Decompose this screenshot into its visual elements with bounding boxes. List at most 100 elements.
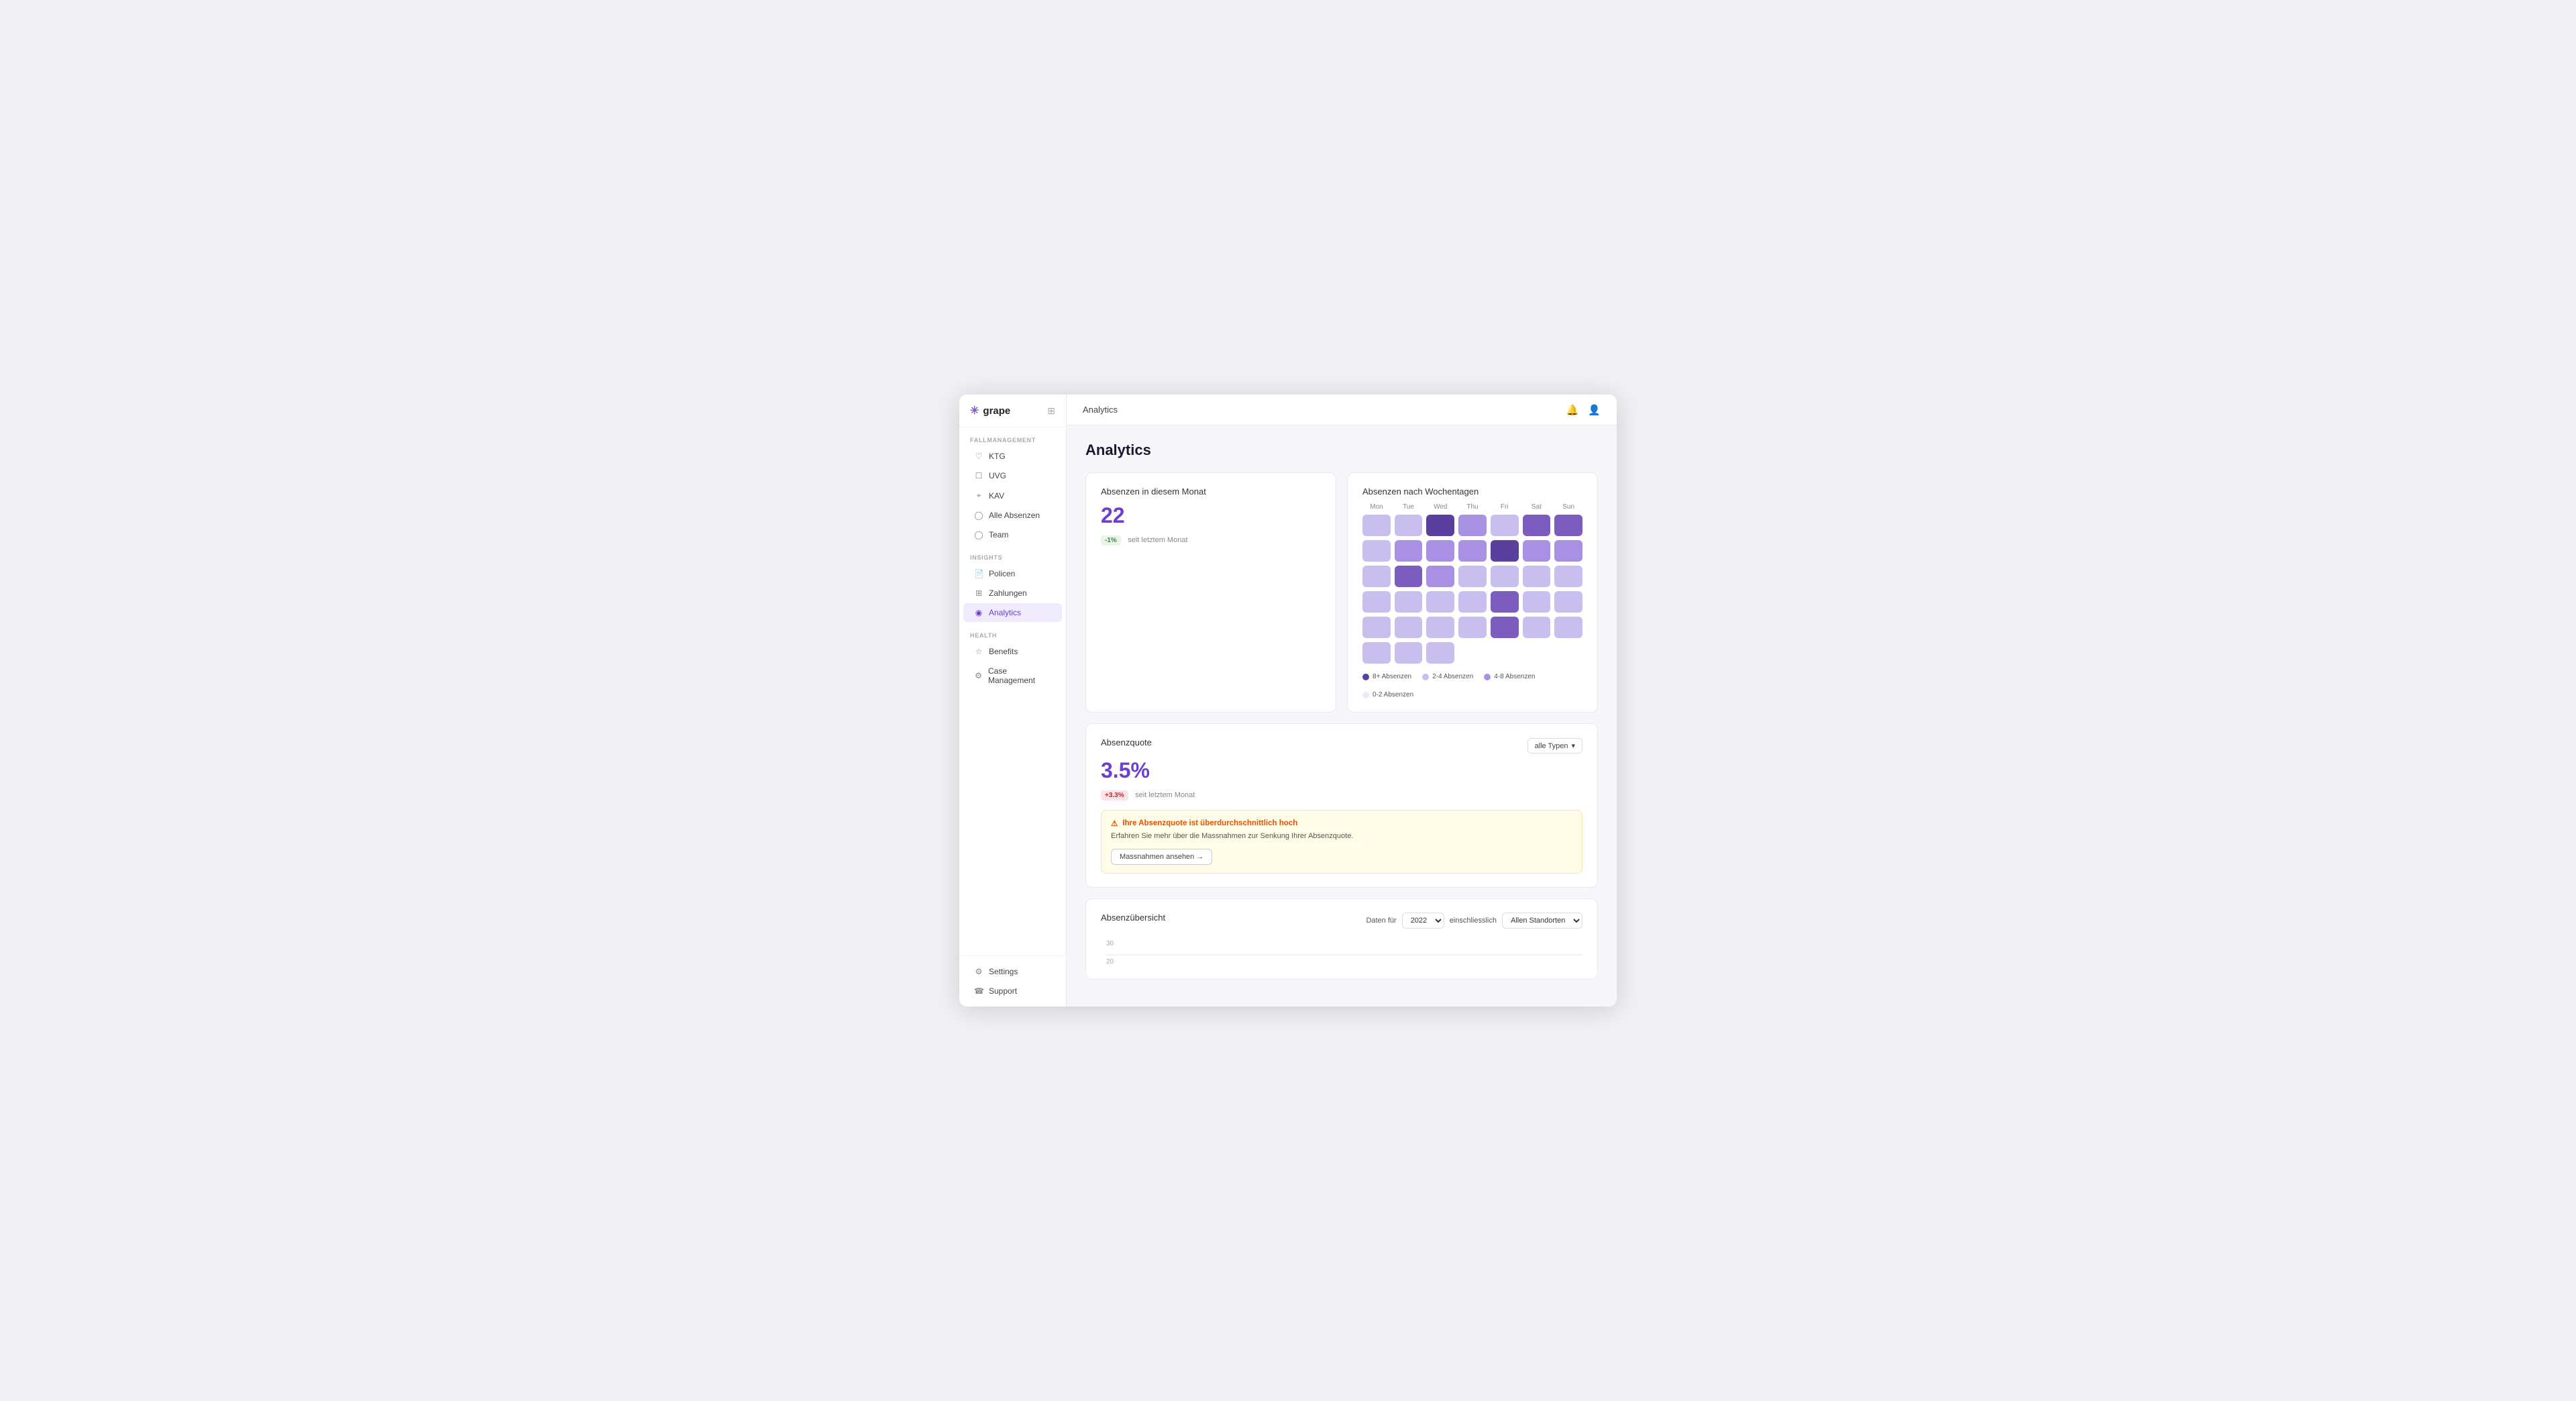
card-absenzuebersicht: Absenzübersicht Daten für 2022 2021 2020… (1085, 898, 1598, 980)
absenzquote-value: 3.5% (1101, 758, 1582, 783)
dropdown-label: alle Typen (1535, 742, 1568, 750)
sidebar-item-label: Alle Absenzen (989, 511, 1040, 520)
uvg-icon: ☐ (974, 471, 983, 480)
legend-2-4: 2-4 Absenzen (1422, 673, 1473, 680)
absenzuebersicht-title: Absenzübersicht (1101, 913, 1165, 923)
user-avatar-icon[interactable]: 👤 (1588, 404, 1601, 416)
ktg-icon: ♡ (974, 452, 983, 461)
sidebar-item-label: Zahlungen (989, 588, 1027, 598)
heatmap-cell (1491, 515, 1519, 536)
day-label-thu: Thu (1458, 503, 1487, 511)
heatmap-legend: 8+ Absenzen 2-4 Absenzen 4-8 Absenzen (1362, 673, 1582, 698)
heatmap-cell (1458, 642, 1487, 664)
heatmap-cell (1426, 515, 1454, 536)
sidebar-item-settings[interactable]: ⚙ Settings (963, 962, 1062, 981)
topbar-actions: 🔔 👤 (1566, 404, 1601, 416)
warning-title: ⚠ Ihre Absenzquote ist überdurchschnittl… (1111, 819, 1572, 828)
legend-4-8: 4-8 Absenzen (1484, 673, 1535, 680)
heatmap-cell (1523, 642, 1551, 664)
sidebar-item-label: Analytics (989, 608, 1021, 617)
sidebar-item-ktg[interactable]: ♡ KTG (963, 447, 1062, 466)
location-select[interactable]: Allen Standorten (1502, 913, 1582, 929)
year-select[interactable]: 2022 2021 2020 (1402, 913, 1444, 929)
sidebar-bottom: ⚙ Settings ☎ Support (959, 955, 1066, 1006)
sidebar-item-analytics[interactable]: ◉ Analytics (963, 603, 1062, 622)
heatmap-cell (1554, 591, 1582, 613)
heatmap-title: Absenzen nach Wochentagen (1362, 486, 1582, 497)
legend-label-0-2: 0-2 Absenzen (1373, 691, 1413, 698)
heatmap-cell (1426, 642, 1454, 664)
card-heatmap: Absenzen nach Wochentagen Mon Tue Wed Th… (1347, 472, 1598, 713)
sidebar-item-label: KAV (989, 491, 1004, 501)
heatmap-cell (1554, 515, 1582, 536)
zahlungen-icon: ⊞ (974, 588, 983, 598)
heatmap-cell (1458, 540, 1487, 562)
heatmap-cell (1491, 642, 1519, 664)
absenzen-monat-change-text: seit letztem Monat (1128, 536, 1187, 544)
heatmap-cell (1458, 515, 1487, 536)
section-label-health: HEALTH (959, 623, 1066, 641)
sidebar-item-label: Policen (989, 569, 1015, 578)
heatmap-cell (1362, 591, 1391, 613)
support-icon: ☎ (974, 986, 983, 996)
legend-dot-8plus (1362, 674, 1369, 680)
card-absenzquote: Absenzquote alle Typen ▾ 3.5% +3.3% seit… (1085, 723, 1598, 888)
heatmap-cell (1458, 617, 1487, 638)
heatmap-cell (1395, 515, 1423, 536)
sidebar-item-kav[interactable]: ⌖ KAV (963, 486, 1062, 505)
massnahmen-button[interactable]: Massnahmen ansehen → (1111, 849, 1212, 865)
absenzquote-header: Absenzquote alle Typen ▾ (1101, 737, 1582, 754)
heatmap-day-labels: Mon Tue Wed Thu Fri Sat Sun (1362, 503, 1582, 511)
sidebar-item-alle-absenzen[interactable]: ◯ Alle Absenzen (963, 506, 1062, 525)
heatmap-cell (1523, 617, 1551, 638)
sidebar-item-case-management[interactable]: ⚙ Case Management (963, 662, 1062, 690)
sidebar-item-label: Case Management (988, 666, 1051, 685)
card-absenzen-monat-title: Absenzen in diesem Monat (1101, 486, 1321, 497)
heatmap-cell (1458, 591, 1487, 613)
day-label-fri: Fri (1491, 503, 1519, 511)
absenzquote-type-dropdown[interactable]: alle Typen ▾ (1527, 738, 1582, 754)
sidebar-item-benefits[interactable]: ☆ Benefits (963, 642, 1062, 661)
team-icon: ◯ (974, 530, 983, 539)
heatmap-cell (1395, 617, 1423, 638)
legend-label-8plus: 8+ Absenzen (1373, 673, 1411, 680)
legend-8plus: 8+ Absenzen (1362, 673, 1411, 680)
sidebar-item-policen[interactable]: 📄 Policen (963, 564, 1062, 583)
absenzquote-badge: +3.3% (1101, 790, 1128, 800)
main-area: Analytics 🔔 👤 Analytics Absenzen in dies… (1067, 395, 1617, 1006)
cards-row-1: Absenzen in diesem Monat 22 -1% seit let… (1085, 472, 1598, 713)
page-title: Analytics (1085, 442, 1598, 459)
absenzquote-title: Absenzquote (1101, 737, 1152, 747)
warning-icon: ⚠ (1111, 819, 1118, 828)
day-label-tue: Tue (1395, 503, 1423, 511)
notification-bell-icon[interactable]: 🔔 (1566, 404, 1579, 416)
heatmap-cell (1523, 591, 1551, 613)
sidebar-item-label: KTG (989, 452, 1006, 461)
sidebar-item-label: Benefits (989, 647, 1018, 656)
section-label-insights: INSIGHTS (959, 545, 1066, 564)
chart-y-20: 20 (1106, 958, 1582, 966)
warning-box: ⚠ Ihre Absenzquote ist überdurchschnittl… (1101, 810, 1582, 874)
heatmap-cell (1395, 566, 1423, 587)
sidebar-item-team[interactable]: ◯ Team (963, 525, 1062, 544)
sidebar-item-uvg[interactable]: ☐ UVG (963, 466, 1062, 485)
layout-toggle-icon[interactable]: ⊞ (1047, 405, 1055, 417)
row-absenzquote: Absenzquote alle Typen ▾ 3.5% +3.3% seit… (1085, 723, 1598, 888)
heatmap-cell (1523, 540, 1551, 562)
heatmap-cell (1362, 566, 1391, 587)
kav-icon: ⌖ (974, 490, 983, 501)
heatmap-cell (1554, 617, 1582, 638)
heatmap-cell (1491, 566, 1519, 587)
day-label-wed: Wed (1426, 503, 1454, 511)
content-area: Analytics Absenzen in diesem Monat 22 -1… (1067, 425, 1617, 1006)
heatmap-cell (1491, 591, 1519, 613)
sidebar-item-label: Settings (989, 967, 1018, 976)
warning-text: Erfahren Sie mehr über die Massnahmen zu… (1111, 831, 1572, 842)
absenzquote-change: +3.3% seit letztem Monat (1101, 788, 1582, 800)
sidebar-item-support[interactable]: ☎ Support (963, 982, 1062, 1000)
case-management-icon: ⚙ (974, 671, 983, 680)
chevron-down-icon: ▾ (1571, 741, 1575, 750)
sidebar-item-zahlungen[interactable]: ⊞ Zahlungen (963, 584, 1062, 603)
heatmap-cell (1426, 591, 1454, 613)
chart-y-30: 30 (1106, 940, 1582, 947)
